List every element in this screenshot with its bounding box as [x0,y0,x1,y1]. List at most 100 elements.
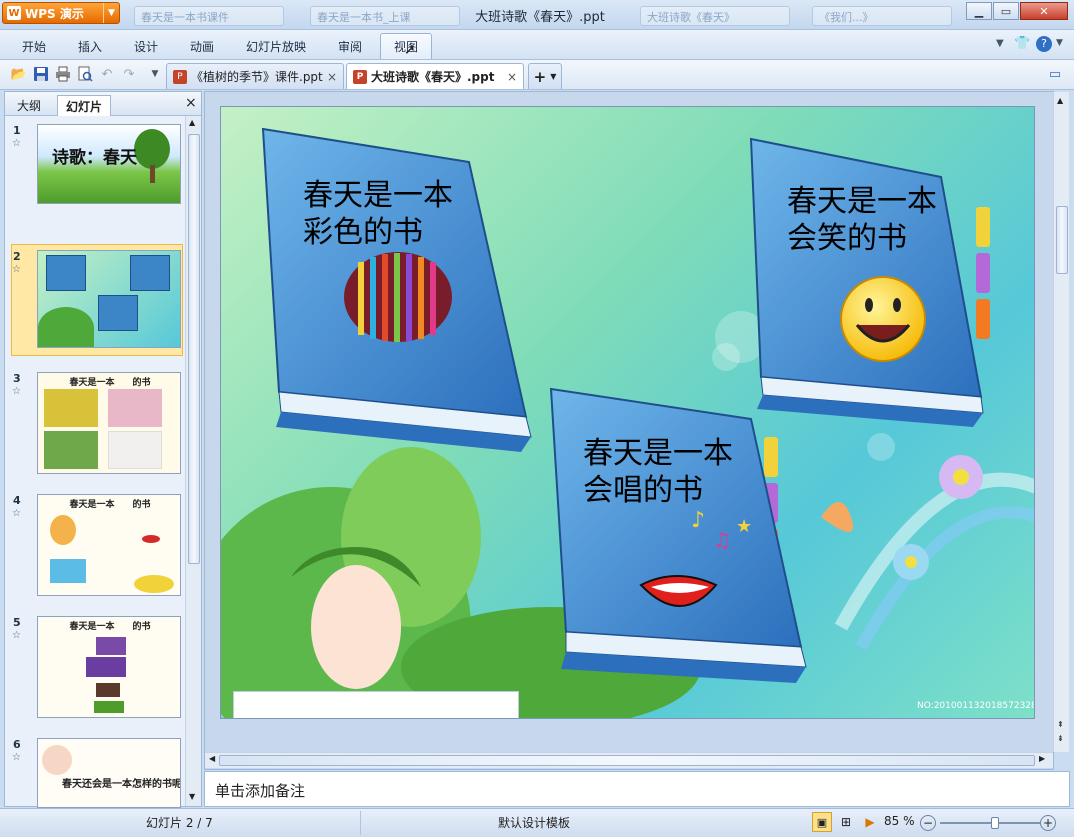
status-bar: 幻灯片 2 / 7 默认设计模板 ▣ ⊞ ▶ 85 % − + [0,808,1074,837]
slide-thumbnail-item[interactable]: 2 ☆ [11,248,181,352]
template-name: 默认设计模板 [498,816,571,830]
slides-panel: 大纲 幻灯片 × 1 ☆ 诗歌：春天 2 ☆ 3 ☆ 春天是一本 的书 4 ☆ … [4,91,202,808]
help-icon[interactable]: ? [1036,36,1052,52]
zoom-level: 85 % [884,814,915,828]
panel-scrollbar[interactable]: ▲ ▼ [185,116,201,806]
slide-number: 4 [13,494,21,507]
menu-animation[interactable]: 动画 [190,38,214,55]
editor-scroll-thumb[interactable] [1056,206,1068,274]
slide-thumbnail-item[interactable]: 1 ☆ 诗歌：春天 [11,122,181,212]
slide-thumbnail-item[interactable]: 4 ☆ 春天是一本 的书 [11,492,181,598]
book-line: 会笑的书 [787,221,907,256]
open-folder-icon[interactable]: 📂 [10,65,28,83]
print-preview-icon[interactable] [76,65,94,83]
slideshow-play-icon[interactable]: ▶ [860,812,880,832]
wps-app-menu-button[interactable]: W WPS 演示 ▼ [2,2,120,24]
star-icon: ☆ [12,508,21,519]
close-panel-icon[interactable]: × [185,95,197,111]
normal-view-icon[interactable]: ▣ [812,812,832,832]
title-bar: W WPS 演示 ▼ 春天是一本书课件 春天是一本书_上课 大班诗歌《春天》 《… [0,0,1074,30]
slide-number: 3 [13,372,21,385]
save-icon[interactable] [32,65,50,83]
mouse-cursor-icon: ➚ [404,42,416,58]
notes-pane[interactable]: 单击添加备注 [204,771,1070,807]
menu-review[interactable]: 审阅 [338,38,362,55]
prev-slide-icon[interactable]: ⇞ [1057,720,1064,729]
ribbon-menu-bar: 开始 插入 设计 动画 幻灯片放映 审阅 视图 ➚ ▼ 👕 ? ▼ [0,30,1074,60]
tab-slides[interactable]: 幻灯片 [57,95,112,116]
book-line: 春天是一本 [303,178,453,213]
book-title-singing: 春天是一本 会唱的书 [583,435,733,509]
slide-counter: 幻灯片 2 / 7 [146,816,213,830]
slide-thumbnail: 诗歌：春天 [37,124,181,204]
slide-number: 1 [13,124,21,137]
customize-toolbar-icon[interactable]: ▼ [146,65,164,83]
scroll-right-icon[interactable]: ▶ [1039,754,1045,763]
chevron-down-icon: ▼ [103,3,119,23]
slide-number: 6 [13,738,21,751]
scroll-up-icon[interactable]: ▲ [189,118,195,127]
restore-layout-icon[interactable]: ▭ [1046,65,1064,83]
svg-text:★: ★ [736,516,752,537]
zoom-out-icon[interactable]: − [920,815,936,831]
doc-tab-label: 大班诗歌《春天》.ppt [371,70,495,84]
doc-tab[interactable]: P 《植树的季节》课件.ppt × [166,63,344,89]
print-icon[interactable] [54,65,72,83]
close-tab-icon[interactable]: × [327,70,337,84]
chevron-down-icon[interactable]: ▼ [996,38,1004,49]
watermark-number: NO:20100113201857232845 [917,701,1034,711]
thumb-caption: 诗歌：春天 [52,148,137,168]
zoom-in-icon[interactable]: + [1040,815,1056,831]
minimize-button[interactable]: ▁ [966,2,992,20]
zoom-slider-thumb[interactable] [991,817,999,829]
slide-thumbnail: 春天是一本 的书 [37,372,181,474]
book-line: 彩色的书 [303,215,423,250]
menu-slideshow[interactable]: 幻灯片放映 [246,38,306,55]
slide-sorter-icon[interactable]: ⊞ [836,812,856,832]
book-line: 春天是一本 [787,184,937,219]
new-tab-button[interactable]: + ▼ [528,63,562,89]
scroll-down-icon[interactable]: ▼ [189,792,195,801]
slide-thumbnail-item[interactable]: 5 ☆ 春天是一本 的书 [11,614,181,720]
svg-text:♫: ♫ [713,528,731,552]
wps-logo-icon: W [7,6,21,20]
redo-icon[interactable]: ↷ [120,65,138,83]
editor-vertical-scrollbar[interactable]: ▲ ⇞ ⇟ [1053,92,1069,752]
background-window-tab[interactable]: 春天是一本书课件 [134,6,284,26]
star-icon: ☆ [12,386,21,397]
undo-icon[interactable]: ↶ [98,65,116,83]
slide-thumbnail-item[interactable]: 6 ☆ 春天还会是一本怎样的书呢？ [11,736,181,808]
chevron-down-icon[interactable]: ▼ [1056,38,1063,48]
slide-thumbnail: 春天是一本 的书 [37,616,181,718]
scroll-up-icon[interactable]: ▲ [1057,96,1063,105]
skin-shirt-icon[interactable]: 👕 [1014,36,1030,51]
panel-scroll-thumb[interactable] [188,134,200,564]
thumb-caption: 春天还会是一本怎样的书呢？ [62,779,181,790]
scroll-left-icon[interactable]: ◀ [209,754,215,763]
doc-tab-active[interactable]: P 大班诗歌《春天》.ppt × [346,63,524,89]
slide-thumbnail-item[interactable]: 3 ☆ 春天是一本 的书 [11,370,181,476]
star-icon: ☆ [12,630,21,641]
close-tab-icon[interactable]: × [507,70,517,84]
divider [360,811,361,835]
close-window-button[interactable]: ✕ [1020,2,1068,20]
background-window-tab[interactable]: 大班诗歌《春天》 [640,6,790,26]
menu-insert[interactable]: 插入 [78,38,102,55]
empty-text-placeholder[interactable] [233,691,519,718]
menu-home[interactable]: 开始 [22,38,46,55]
slide-canvas[interactable]: ♪ ♫ ★ 春天是一本 彩色的书 春天是一本 会笑的书 春天是一本 会唱的书 N… [220,106,1035,719]
tab-outline[interactable]: 大纲 [9,95,49,116]
next-slide-icon[interactable]: ⇟ [1057,734,1064,743]
zoom-slider[interactable] [940,817,1040,829]
slide-thumbnail: 春天是一本 的书 [37,494,181,596]
maximize-button[interactable]: ▭ [993,2,1019,20]
svg-text:♪: ♪ [691,508,705,533]
editor-horizontal-scrollbar[interactable]: ◀ ▶ [205,752,1053,768]
slide-thumbnail: 春天还会是一本怎样的书呢？ [37,738,181,808]
notes-placeholder: 单击添加备注 [215,782,306,800]
book-line: 春天是一本 [583,436,733,471]
horizontal-scroll-thumb[interactable] [219,755,1035,766]
background-window-tab[interactable]: 《我们...》 [812,6,952,26]
menu-design[interactable]: 设计 [134,38,158,55]
thumb-caption: 春天是一本 的书 [69,378,151,388]
